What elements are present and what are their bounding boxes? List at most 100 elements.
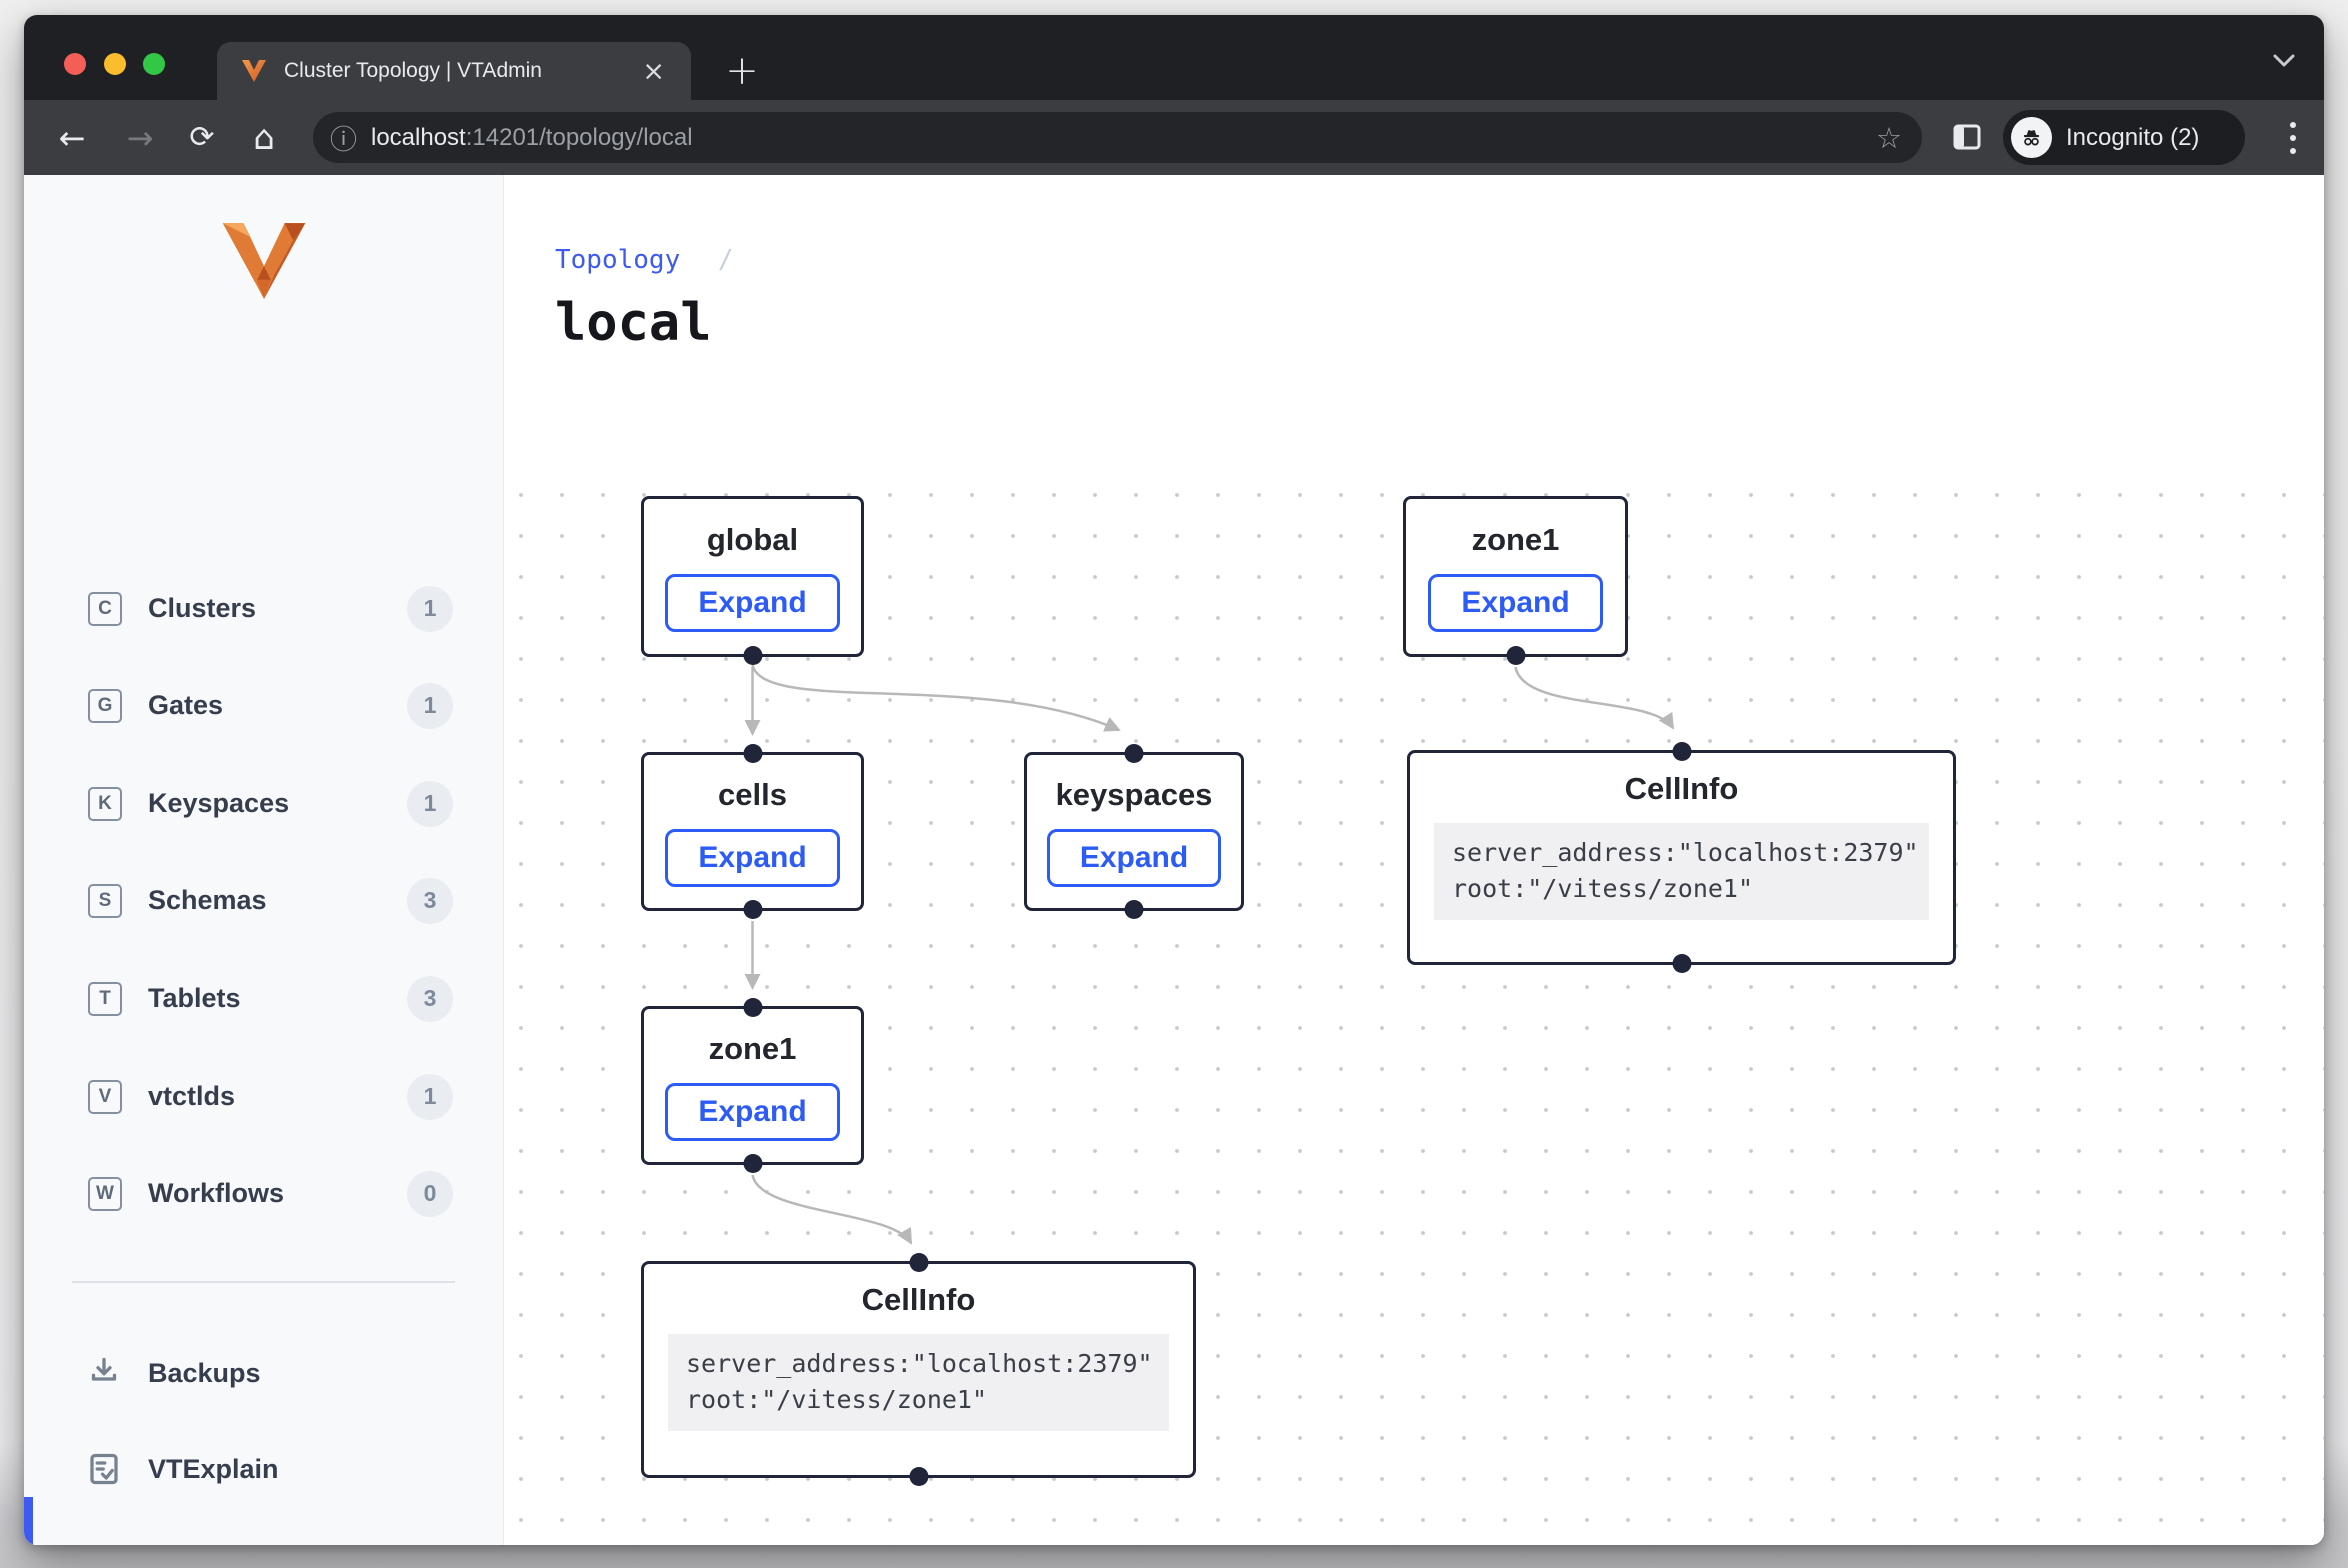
port-dot [1672,742,1691,761]
topo-node-zone1-cell: zone1 Expand [641,1006,864,1165]
tab-title: Cluster Topology | VTAdmin [284,59,642,83]
port-dot [909,1467,928,1486]
download-icon [86,1355,122,1391]
edge-zone1cell-cellinfo2 [753,1175,912,1243]
close-tab-icon[interactable]: × [642,58,665,85]
node-title: CellInfo [644,1282,1193,1318]
sidebar-item-gates[interactable]: G Gates 1 [24,657,503,754]
edge-global-keyspaces [753,665,1120,730]
topo-node-cellinfo-2: CellInfo server_address:"localhost:2379"… [641,1261,1196,1478]
vtctlds-letter-icon: V [88,1080,122,1114]
document-check-icon [86,1451,122,1487]
node-title: zone1 [709,1031,797,1067]
breadcrumb-separator: / [718,245,734,275]
node-title: global [707,522,798,558]
topo-node-cellinfo-1: CellInfo server_address:"localhost:2379"… [1407,750,1956,965]
site-info-icon[interactable]: ⓘ [330,118,357,157]
node-title: keyspaces [1056,777,1213,813]
reload-icon[interactable]: ⟳ [174,100,230,175]
port-dot [743,998,762,1017]
back-icon[interactable]: ← [44,100,100,175]
url-host: localhost [371,124,466,151]
expand-button[interactable]: Expand [1428,574,1602,632]
browser-menu-icon[interactable] [2271,100,2315,175]
main-panel: Topology / local [505,175,2324,1545]
forward-icon[interactable]: → [112,100,168,175]
count-badge: 1 [407,781,453,827]
url-text: localhost:14201/topology/local [371,124,1876,152]
node-title: CellInfo [1410,771,1953,807]
clusters-letter-icon: C [88,592,122,626]
new-tab-button[interactable]: + [716,45,768,97]
node-title: zone1 [1472,522,1560,558]
tab-search-chevron-icon[interactable] [2271,53,2297,69]
count-badge: 1 [407,586,453,632]
incognito-badge[interactable]: Incognito (2) [2003,110,2245,165]
url-path: :14201/topology/local [466,124,693,151]
browser-toolbar: ← → ⟳ ⌂ ⓘ localhost:14201/topology/local… [24,100,2324,175]
sidebar-item-clusters[interactable]: C Clusters 1 [24,560,503,657]
zoom-window-button[interactable] [143,53,165,75]
sidebar-item-backups[interactable]: Backups [24,1325,503,1421]
sidebar-item-workflows[interactable]: W Workflows 0 [24,1145,503,1242]
bookmark-star-icon[interactable]: ☆ [1876,121,1902,155]
sidebar-item-tablets[interactable]: T Tablets 3 [24,950,503,1047]
sidebar: C Clusters 1 G Gates 1 K Keyspaces 1 S S… [24,175,504,1545]
port-dot [1506,646,1525,665]
tab-strip: Cluster Topology | VTAdmin × + [24,15,2324,100]
vitess-logo-icon [221,221,307,301]
port-dot [909,1253,928,1272]
screenshot-stage: Cluster Topology | VTAdmin × + ← → ⟳ ⌂ ⓘ… [0,0,2348,1568]
side-panel-icon[interactable] [1952,122,1982,152]
page-content: C Clusters 1 G Gates 1 K Keyspaces 1 S S… [24,175,2324,1545]
count-badge: 1 [407,1074,453,1120]
breadcrumb: Topology / [555,245,734,275]
address-bar[interactable]: ⓘ localhost:14201/topology/local ☆ [313,112,1922,163]
expand-button[interactable]: Expand [665,1083,839,1141]
topo-node-zone1: zone1 Expand [1403,496,1628,657]
topology-canvas: global Expand zone1 Expand cells Expand [505,462,2324,1545]
schemas-letter-icon: S [88,884,122,918]
port-dot [1125,900,1144,919]
breadcrumb-topology-link[interactable]: Topology [555,245,680,275]
topo-node-cells: cells Expand [641,752,864,911]
expand-button[interactable]: Expand [665,829,839,887]
sidebar-item-schemas[interactable]: S Schemas 3 [24,852,503,949]
port-dot [743,646,762,665]
node-title: cells [718,777,787,813]
close-window-button[interactable] [64,53,86,75]
keyspaces-letter-icon: K [88,787,122,821]
topo-node-keyspaces: keyspaces Expand [1024,752,1244,911]
sidebar-item-vtctlds[interactable]: V vtctlds 1 [24,1048,503,1145]
workflows-letter-icon: W [88,1177,122,1211]
page-title: local [555,293,712,353]
count-badge: 1 [407,683,453,729]
sidebar-divider [72,1281,455,1283]
port-dot [743,900,762,919]
expand-button[interactable]: Expand [1047,829,1221,887]
sidebar-item-keyspaces[interactable]: K Keyspaces 1 [24,755,503,852]
active-item-indicator [24,1497,33,1545]
cellinfo-code: server_address:"localhost:2379" root:"/v… [668,1334,1169,1431]
browser-tab[interactable]: Cluster Topology | VTAdmin × [217,42,691,100]
expand-button[interactable]: Expand [665,574,839,632]
cellinfo-code: server_address:"localhost:2379" root:"/v… [1434,823,1929,920]
minimize-window-button[interactable] [104,53,126,75]
incognito-label: Incognito (2) [2066,124,2199,152]
tablets-letter-icon: T [88,982,122,1016]
gates-letter-icon: G [88,689,122,723]
incognito-avatar [2011,117,2052,158]
topo-node-global: global Expand [641,496,864,657]
browser-window: Cluster Topology | VTAdmin × + ← → ⟳ ⌂ ⓘ… [24,15,2324,1545]
port-dot [1672,954,1691,973]
vitess-favicon-icon [241,59,267,83]
sidebar-item-vtexplain[interactable]: VTExplain [24,1421,503,1517]
home-icon[interactable]: ⌂ [236,100,292,175]
incognito-icon [2018,124,2045,151]
edge-zone1-cellinfo1 [1516,667,1674,728]
port-dot [743,1154,762,1173]
count-badge: 0 [407,1171,453,1217]
port-dot [1125,744,1144,763]
count-badge: 3 [407,878,453,924]
sidebar-item-topology[interactable]: Topology [24,1517,503,1545]
